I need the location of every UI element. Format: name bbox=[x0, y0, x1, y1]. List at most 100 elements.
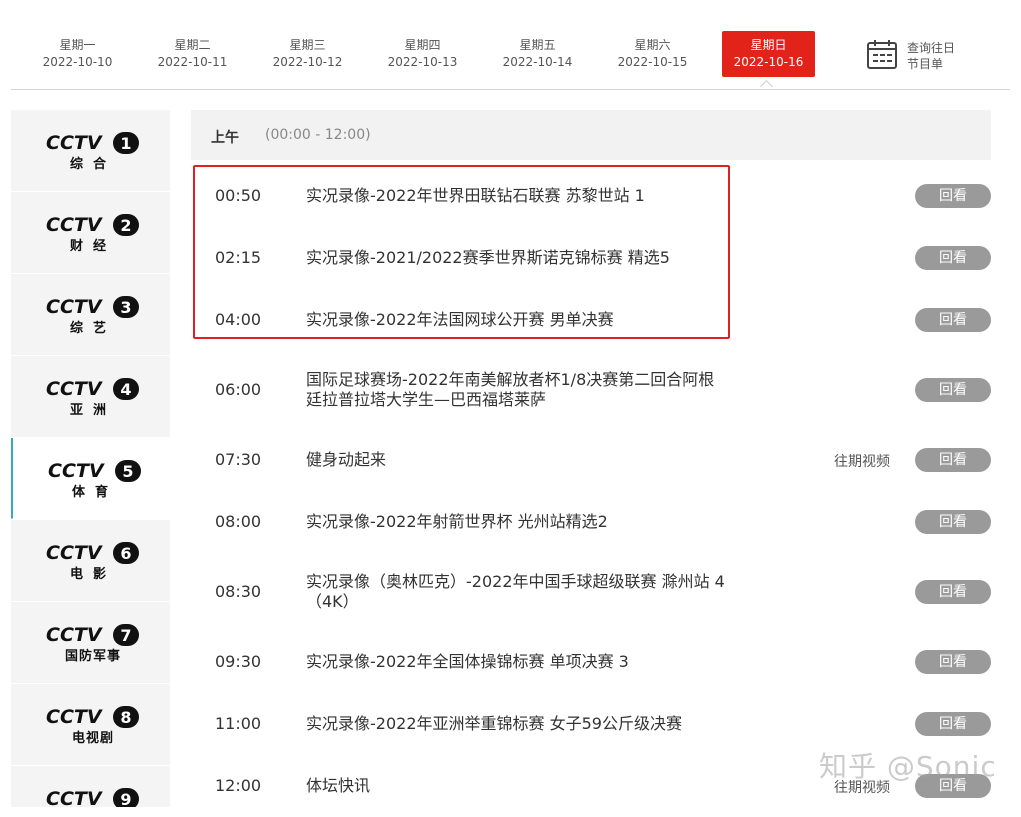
program-title[interactable]: 实况录像-2022年全国体操锦标赛 单项决赛 3 bbox=[306, 652, 726, 672]
day-tab-wed[interactable]: 星期三 2022-10-12 bbox=[261, 31, 354, 77]
program-title[interactable]: 体坛快讯 bbox=[306, 776, 726, 796]
replay-button[interactable]: 回看 bbox=[915, 580, 991, 604]
channel-item[interactable]: CCTV 4 亚洲 bbox=[11, 356, 170, 438]
day-tab-weekday: 星期三 bbox=[289, 38, 326, 52]
day-tab-sat[interactable]: 星期六 2022-10-15 bbox=[606, 31, 699, 77]
channel-logo-text: CCTV bbox=[46, 706, 103, 728]
day-tab-weekday: 星期一 bbox=[59, 38, 96, 52]
channel-name: 财经 bbox=[70, 238, 116, 254]
channel-logo-text: CCTV bbox=[46, 378, 103, 400]
program-row: 07:30 健身动起来 往期视频 回看 bbox=[191, 429, 991, 491]
program-time: 08:30 bbox=[215, 582, 262, 601]
channel-item[interactable]: CCTV 9 bbox=[11, 766, 170, 807]
channel-number: 8 bbox=[120, 708, 131, 727]
date-bar: 星期一 2022-10-10 星期二 2022-10-11 星期三 2022-1… bbox=[0, 0, 1021, 90]
date-divider bbox=[11, 89, 1010, 90]
history-schedule-link[interactable]: 查询往日 节目单 bbox=[866, 38, 976, 74]
channel-name: 电影 bbox=[70, 566, 116, 582]
channel-logo-icon: CCTV 5体育 bbox=[48, 460, 141, 500]
channel-item[interactable]: CCTV 8 电视剧 bbox=[11, 684, 170, 766]
replay-button[interactable]: 回看 bbox=[915, 246, 991, 270]
channel-logo-text: CCTV bbox=[46, 214, 103, 236]
replay-button[interactable]: 回看 bbox=[915, 650, 991, 674]
channel-logo-icon: CCTV 9 bbox=[46, 788, 139, 807]
period-header: 上午 (00:00 - 12:00) bbox=[191, 110, 991, 160]
channel-logo-text: CCTV bbox=[46, 624, 103, 646]
channel-name: 国防军事 bbox=[65, 648, 121, 664]
channel-item[interactable]: CCTV 7 国防军事 bbox=[11, 602, 170, 684]
day-tab-thu[interactable]: 星期四 2022-10-13 bbox=[376, 31, 469, 77]
channel-logo-text: CCTV bbox=[46, 132, 103, 154]
channel-logo-text: CCTV bbox=[46, 788, 103, 807]
channel-logo-icon: CCTV 4 亚洲 bbox=[46, 378, 139, 418]
program-time: 06:00 bbox=[215, 380, 262, 399]
day-tab-weekday: 星期四 bbox=[404, 38, 441, 52]
channel-logo-icon: CCTV 6电影 bbox=[46, 542, 139, 582]
period-range: (00:00 - 12:00) bbox=[265, 127, 371, 143]
channel-name: 亚洲 bbox=[70, 403, 116, 418]
day-tab-fri[interactable]: 星期五 2022-10-14 bbox=[491, 31, 584, 77]
program-row: 09:30 实况录像-2022年全国体操锦标赛 单项决赛 3 回看 bbox=[191, 631, 991, 693]
day-tab-weekday: 星期日 bbox=[750, 38, 787, 52]
replay-button[interactable]: 回看 bbox=[915, 184, 991, 208]
day-tab-mon[interactable]: 星期一 2022-10-10 bbox=[31, 31, 124, 77]
history-line-1: 查询往日 bbox=[907, 41, 956, 55]
replay-button[interactable]: 回看 bbox=[915, 712, 991, 736]
channel-logo-text: CCTV bbox=[46, 296, 103, 318]
channel-logo-text: CCTV bbox=[46, 542, 103, 564]
program-title[interactable]: 实况录像（奥林匹克）-2022年中国手球超级联赛 滁州站 4（4K） bbox=[306, 572, 726, 612]
program-time: 12:00 bbox=[215, 776, 262, 795]
program-time: 11:00 bbox=[215, 714, 262, 733]
day-tab-date: 2022-10-12 bbox=[272, 55, 343, 69]
day-tab-date: 2022-10-11 bbox=[157, 55, 228, 69]
channel-item[interactable]: CCTV 6 电影 bbox=[11, 520, 170, 602]
channel-logo-icon: CCTV 2财经 bbox=[46, 214, 139, 254]
program-row: 08:00 实况录像-2022年射箭世界杯 光州站精选2 回看 bbox=[191, 491, 991, 553]
day-tab-date: 2022-10-15 bbox=[617, 55, 688, 69]
channel-name: 综艺 bbox=[70, 320, 116, 336]
replay-button[interactable]: 回看 bbox=[915, 308, 991, 332]
replay-button[interactable]: 回看 bbox=[915, 378, 991, 402]
calendar-icon bbox=[867, 40, 897, 69]
history-line-2: 节目单 bbox=[907, 57, 944, 71]
program-title[interactable]: 实况录像-2022年亚洲举重锦标赛 女子59公斤级决赛 bbox=[306, 714, 726, 734]
channel-number: 4 bbox=[120, 380, 131, 399]
day-tab-weekday: 星期二 bbox=[174, 38, 211, 52]
channel-number: 5 bbox=[122, 462, 133, 481]
channel-item[interactable]: CCTV 1 综合 bbox=[11, 110, 170, 192]
history-link-text: 查询往日 节目单 bbox=[907, 40, 977, 72]
program-row: 08:30 实况录像（奥林匹克）-2022年中国手球超级联赛 滁州站 4（4K） 回… bbox=[191, 553, 991, 631]
channel-number: 1 bbox=[120, 134, 131, 153]
day-tab-weekday: 星期五 bbox=[519, 38, 556, 52]
channel-item[interactable]: CCTV 2 财经 bbox=[11, 192, 170, 274]
channel-number: 9 bbox=[120, 790, 131, 807]
day-tab-tue[interactable]: 星期二 2022-10-11 bbox=[146, 31, 239, 77]
channel-logo-icon: CCTV 7 国防军事 bbox=[46, 624, 139, 664]
program-title[interactable]: 健身动起来 bbox=[306, 450, 726, 470]
replay-button[interactable]: 回看 bbox=[915, 510, 991, 534]
channel-logo-icon: CCTV 3综艺 bbox=[46, 296, 139, 336]
channel-number: 6 bbox=[120, 544, 131, 563]
day-tab-weekday: 星期六 bbox=[634, 38, 671, 52]
channel-number: 7 bbox=[120, 626, 131, 645]
channel-logo-icon: CCTV 8 电视剧 bbox=[46, 706, 139, 746]
channel-logo-text: CCTV bbox=[48, 460, 105, 482]
channel-number: 2 bbox=[120, 216, 131, 235]
day-tab-date: 2022-10-16 bbox=[733, 55, 804, 69]
day-tab-date: 2022-10-10 bbox=[42, 55, 113, 69]
replay-button[interactable]: 回看 bbox=[915, 448, 991, 472]
watermark: 知乎 @Sonic bbox=[819, 750, 997, 783]
program-row: 06:00 国际足球赛场-2022年南美解放者杯1/8决赛第二回合阿根廷拉普拉塔大… bbox=[191, 351, 991, 429]
day-tab-sun[interactable]: 星期日 2022-10-16 bbox=[722, 31, 815, 77]
channel-item[interactable]: CCTV 5 体育 bbox=[11, 438, 170, 519]
highlight-annotation-box bbox=[193, 165, 730, 339]
channel-number: 3 bbox=[120, 298, 131, 317]
channel-logo-icon: CCTV 1综合 bbox=[46, 132, 139, 172]
channel-item[interactable]: CCTV 3 综艺 bbox=[11, 274, 170, 356]
day-tab-date: 2022-10-13 bbox=[387, 55, 458, 69]
program-title[interactable]: 国际足球赛场-2022年南美解放者杯1/8决赛第二回合阿根廷拉普拉塔大学生—巴西… bbox=[306, 370, 726, 410]
program-time: 09:30 bbox=[215, 652, 262, 671]
past-videos-link[interactable]: 往期视频 bbox=[834, 451, 890, 471]
channel-name: 综合 bbox=[70, 156, 116, 172]
program-title[interactable]: 实况录像-2022年射箭世界杯 光州站精选2 bbox=[306, 512, 726, 532]
